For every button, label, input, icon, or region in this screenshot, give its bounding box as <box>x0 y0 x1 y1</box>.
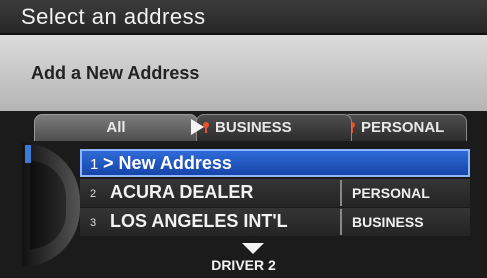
list-item-label: ACURA DEALER <box>110 182 254 202</box>
title-bar: Select an address <box>0 0 487 35</box>
driver-label: DRIVER 2 <box>211 257 276 273</box>
list-item-number: 3 <box>90 217 97 229</box>
list-item-number: 1 <box>90 156 99 173</box>
list-panel: All PERSONAL BUSINESS 1 > New Address 2 … <box>0 111 487 278</box>
page-title: Select an address <box>21 4 206 29</box>
tab-personal-label: PERSONAL <box>361 119 445 136</box>
category-label: BUSINESS <box>352 214 424 230</box>
tab-business-label: BUSINESS <box>215 119 292 136</box>
nav-screen: Select an address Add a New Address All … <box>0 0 487 278</box>
category-cell: BUSINESS <box>340 209 468 235</box>
list-item-new-address[interactable]: 1 > New Address <box>80 149 470 177</box>
scroll-indicator <box>25 145 31 163</box>
prompt-band: Add a New Address <box>0 35 487 111</box>
tab-bar: All PERSONAL BUSINESS <box>0 111 487 141</box>
list-item-number: 2 <box>90 188 97 200</box>
category-label: PERSONAL <box>352 185 430 201</box>
category-cell: PERSONAL <box>340 180 468 206</box>
address-list: 1 > New Address 2 ACURA DEALER PERSONAL … <box>80 149 470 237</box>
add-new-address-prompt: Add a New Address <box>31 63 200 83</box>
list-item-label: LOS ANGELES INT'L <box>110 211 288 231</box>
tab-all[interactable]: All <box>34 114 198 141</box>
list-item[interactable]: 3 LOS ANGELES INT'L BUSINESS <box>80 208 470 236</box>
list-item-label: > New Address <box>103 153 232 173</box>
tab-personal[interactable]: PERSONAL <box>342 114 467 141</box>
list-item[interactable]: 2 ACURA DEALER PERSONAL <box>80 179 470 207</box>
tab-all-label: All <box>106 119 126 136</box>
scroll-down-icon[interactable] <box>242 243 264 254</box>
tab-business[interactable]: BUSINESS <box>196 114 352 141</box>
play-icon <box>191 119 204 135</box>
